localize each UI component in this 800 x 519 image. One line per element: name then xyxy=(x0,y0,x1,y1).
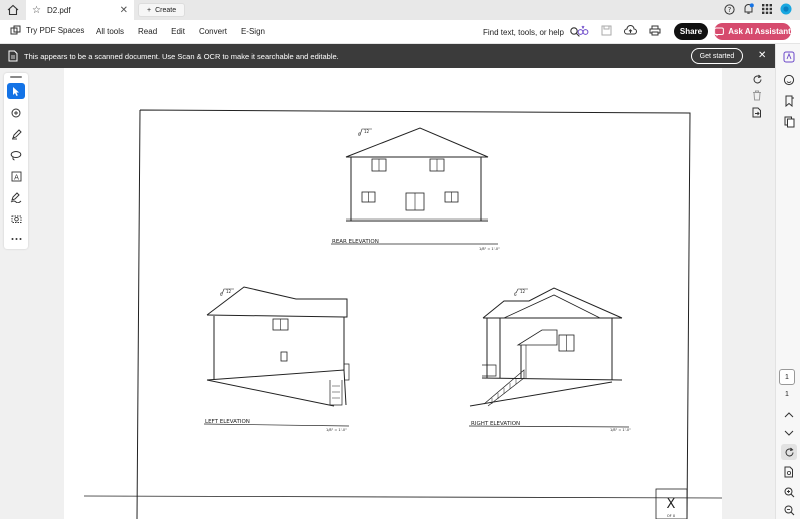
extract-page-icon[interactable] xyxy=(750,105,764,119)
document-viewport[interactable]: REAR ELEVATION 1/8" = 1'-0" LEFT ELEVATI… xyxy=(64,68,722,519)
svg-text:A: A xyxy=(14,173,19,181)
tab-bar: ☆ D2.pdf ✕ + Create ? xyxy=(0,0,800,20)
svg-text:?: ? xyxy=(728,6,732,14)
document-side-tools xyxy=(745,68,775,519)
close-banner-icon[interactable]: ✕ xyxy=(758,50,766,61)
plus-icon: + xyxy=(147,6,152,14)
tab-bar-right: ? xyxy=(724,3,792,15)
notification-bell-icon[interactable] xyxy=(743,3,754,15)
pdf-page: REAR ELEVATION 1/8" = 1'-0" LEFT ELEVATI… xyxy=(64,68,722,519)
rotate-icon[interactable] xyxy=(750,72,764,86)
page-settings-icon[interactable] xyxy=(781,464,797,480)
menu-convert[interactable]: Convert xyxy=(199,27,227,36)
spaces-icon xyxy=(10,25,21,35)
page-up-icon[interactable] xyxy=(781,407,797,423)
left-elevation-scale: 1/8" = 1'-0" xyxy=(326,428,347,432)
banner-message: This appears to be a scanned document. U… xyxy=(24,52,339,61)
get-started-button[interactable]: Get started xyxy=(691,48,743,64)
upload-cloud-icon[interactable] xyxy=(624,24,637,36)
rear-pitch-number: 12 xyxy=(364,129,370,134)
comments-panel-icon[interactable] xyxy=(781,72,797,88)
elevation-drawing: REAR ELEVATION 1/8" = 1'-0" LEFT ELEVATI… xyxy=(83,109,722,519)
ai-tools-icon[interactable] xyxy=(577,24,589,36)
snapshot-tool[interactable] xyxy=(7,210,25,226)
rear-elevation-scale: 1/8" = 1'-0" xyxy=(479,247,500,251)
right-pitch-number: 12 xyxy=(520,289,526,294)
draw-tool[interactable] xyxy=(7,126,25,142)
right-elevation-scale: 1/8" = 1'-0" xyxy=(610,428,631,432)
find-tools-search[interactable]: Find text, tools, or help xyxy=(483,27,580,37)
ask-ai-assistant-button[interactable]: Ask AI Assistant xyxy=(714,23,791,40)
select-tool[interactable] xyxy=(7,83,25,99)
fill-sign-icon xyxy=(10,191,22,203)
toolbar-icons xyxy=(577,24,661,36)
menu-esign[interactable]: E-Sign xyxy=(241,27,265,36)
print-icon[interactable] xyxy=(649,25,661,36)
top-menu: All tools Read Edit Convert E-Sign xyxy=(96,27,265,36)
page-total: 1 xyxy=(785,391,789,398)
more-dots-icon xyxy=(11,238,21,240)
cursor-arrow-icon xyxy=(13,86,19,96)
right-pitch-rise: 6 xyxy=(514,292,517,297)
rear-elevation-label: REAR ELEVATION xyxy=(332,239,379,245)
left-pitch-number: 12 xyxy=(226,289,232,294)
refresh-icon[interactable] xyxy=(781,444,797,460)
zoom-in-icon[interactable] xyxy=(781,484,797,500)
star-icon[interactable]: ☆ xyxy=(32,5,41,16)
scan-document-icon xyxy=(8,50,18,62)
ai-panel-icon[interactable] xyxy=(781,49,797,65)
page-number-input[interactable]: 1 xyxy=(779,369,795,385)
menu-read[interactable]: Read xyxy=(138,27,157,36)
share-button[interactable]: Share xyxy=(674,23,708,40)
text-box-icon: A xyxy=(11,171,21,181)
pdf-spaces-button[interactable]: Try PDF Spaces xyxy=(10,25,84,36)
ai-label: Ask AI Assistant xyxy=(728,27,791,36)
create-tab-button[interactable]: + Create xyxy=(138,3,186,17)
more-tools[interactable] xyxy=(7,231,25,247)
lasso-tool[interactable] xyxy=(7,147,25,163)
save-icon[interactable] xyxy=(601,25,612,36)
menu-edit[interactable]: Edit xyxy=(171,27,185,36)
sheet-mark: X xyxy=(667,497,676,512)
spaces-label: Try PDF Spaces xyxy=(26,26,85,35)
home-button[interactable] xyxy=(0,0,26,20)
sheet-sub: OF X xyxy=(667,514,676,518)
pencil-icon xyxy=(11,128,22,139)
delete-icon[interactable] xyxy=(750,88,764,102)
sign-tool[interactable] xyxy=(7,189,25,205)
quick-tools-panel: A xyxy=(4,73,28,249)
bookmarks-panel-icon[interactable] xyxy=(781,93,797,109)
camera-icon xyxy=(11,215,21,223)
tab-d2-pdf[interactable]: ☆ D2.pdf ✕ xyxy=(26,0,134,20)
panel-grip[interactable] xyxy=(10,76,22,78)
lasso-icon xyxy=(10,150,22,160)
ocr-banner: This appears to be a scanned document. U… xyxy=(0,44,775,68)
apps-grid-icon[interactable] xyxy=(762,4,772,14)
pages-panel-icon[interactable] xyxy=(781,114,797,130)
right-elevation-label: RIGHT ELEVATION xyxy=(471,421,520,427)
right-rail xyxy=(775,44,800,519)
add-comment-icon xyxy=(11,108,20,117)
zoom-out-icon[interactable] xyxy=(781,502,797,518)
left-elevation-label: LEFT ELEVATION xyxy=(205,419,250,425)
create-label: Create xyxy=(155,6,177,14)
home-icon xyxy=(7,4,19,16)
close-tab-icon[interactable]: ✕ xyxy=(120,5,128,16)
help-icon[interactable]: ? xyxy=(724,3,735,15)
menu-all-tools[interactable]: All tools xyxy=(96,27,124,36)
find-label: Find text, tools, or help xyxy=(483,27,564,37)
tab-title: D2.pdf xyxy=(46,5,71,15)
page-down-icon[interactable] xyxy=(781,425,797,441)
text-tool[interactable]: A xyxy=(7,168,25,184)
avatar[interactable] xyxy=(780,3,792,15)
ai-assistant-icon xyxy=(714,27,725,36)
comment-tool[interactable] xyxy=(7,105,25,121)
main-toolbar: Try PDF Spaces All tools Read Edit Conve… xyxy=(0,20,800,44)
